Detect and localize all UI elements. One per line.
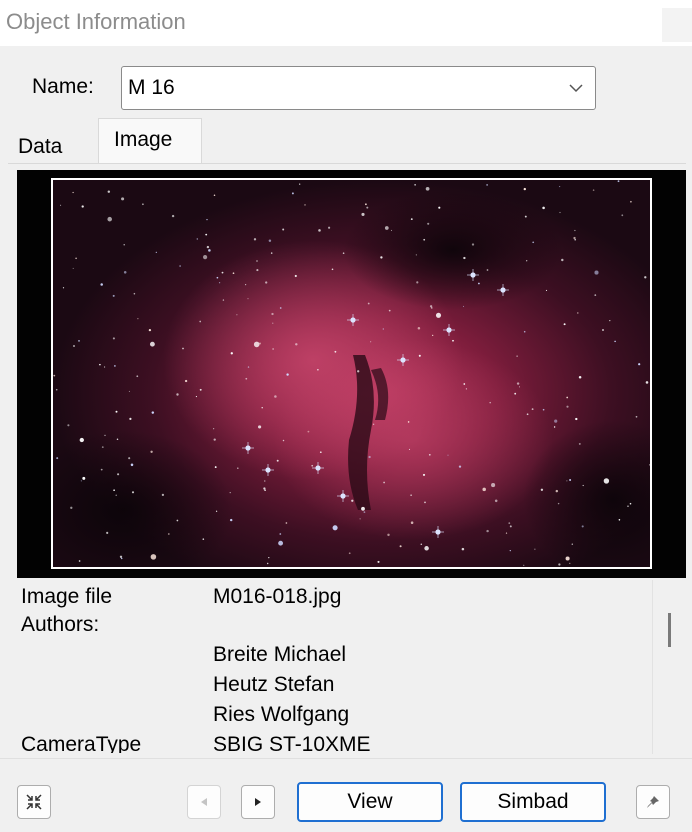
simbad-button[interactable]: Simbad	[460, 782, 606, 822]
title-bar[interactable]: Object Information	[0, 0, 692, 46]
triangle-right-icon	[255, 798, 261, 806]
window-title: Object Information	[6, 9, 186, 34]
info-scrollbar[interactable]	[652, 580, 686, 754]
tab-data[interactable]: Data	[10, 132, 98, 164]
simbad-button-label: Simbad	[497, 790, 569, 813]
image-file-label: Image file	[21, 585, 113, 608]
image-panel	[17, 170, 686, 578]
collapse-arrows-icon	[26, 794, 42, 810]
name-combobox[interactable]: M 16	[121, 66, 596, 110]
nebula-photo	[53, 180, 650, 567]
chevron-down-icon[interactable]	[567, 79, 585, 97]
next-button[interactable]	[241, 785, 275, 819]
view-button[interactable]: View	[297, 782, 443, 822]
name-value: M 16	[128, 76, 175, 99]
image-file-value: M016-018.jpg	[213, 585, 342, 608]
author-item: Breite Michael	[213, 643, 347, 666]
triangle-left-icon	[201, 798, 207, 806]
pin-button[interactable]	[636, 785, 670, 819]
tab-divider	[8, 163, 686, 164]
tab-image[interactable]: Image	[98, 118, 202, 164]
authors-label: Authors:	[21, 613, 100, 636]
object-information-window: Object Information Name: M 16 Data Image	[0, 0, 692, 832]
image-info-list[interactable]: Image file M016-018.jpg Authors: Breite …	[17, 579, 681, 753]
nebula-image[interactable]	[51, 178, 652, 569]
author-item: Heutz Stefan	[213, 673, 335, 696]
tab-data-label: Data	[18, 135, 63, 158]
view-button-label: View	[347, 790, 393, 813]
author-item: Ries Wolfgang	[213, 703, 350, 726]
tab-image-label: Image	[114, 128, 173, 151]
camera-type-value: SBIG ST-10XME	[213, 733, 371, 753]
bottom-separator	[0, 758, 692, 759]
camera-type-label: CameraType	[21, 733, 142, 753]
close-button[interactable]	[662, 8, 692, 42]
pushpin-icon	[647, 796, 659, 808]
collapse-button[interactable]	[17, 785, 51, 819]
name-label: Name:	[32, 75, 94, 98]
scrollbar-thumb[interactable]	[668, 613, 671, 647]
previous-button[interactable]	[187, 785, 221, 819]
